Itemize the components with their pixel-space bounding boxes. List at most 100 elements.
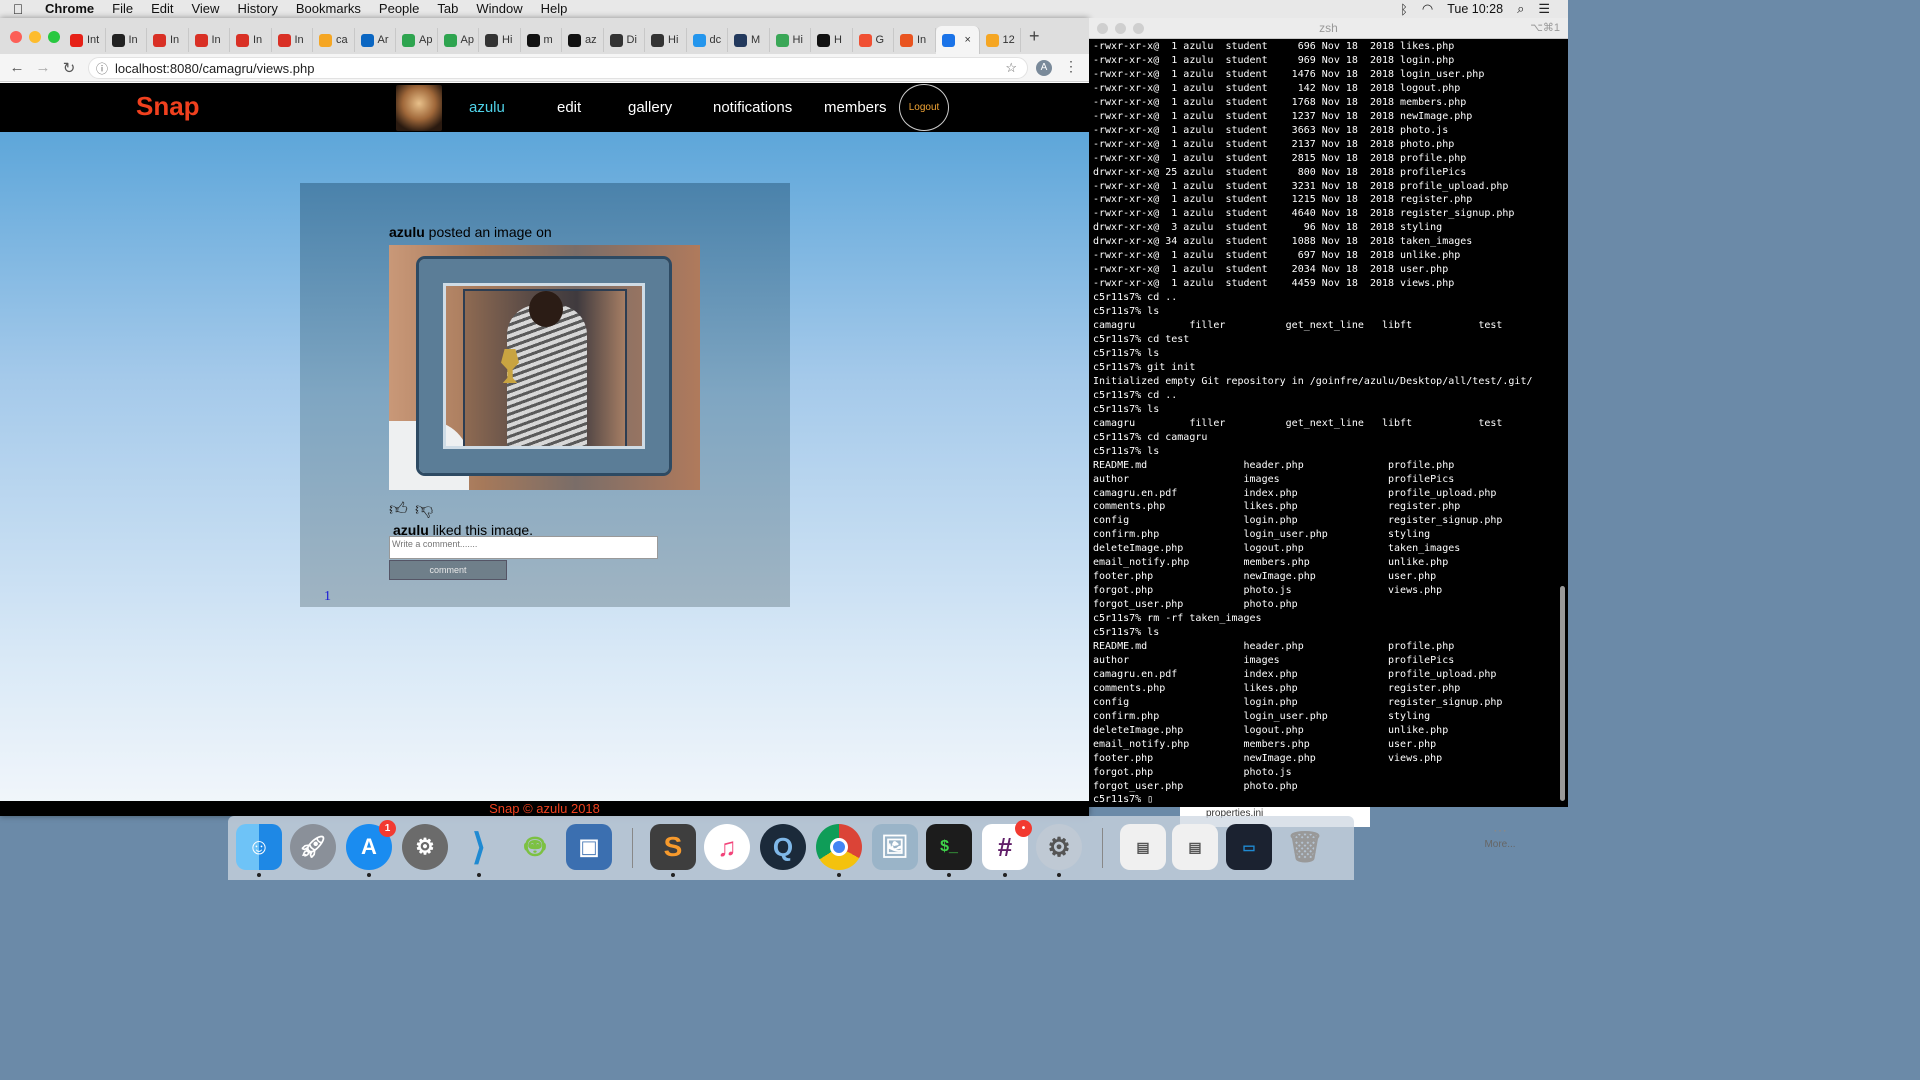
dock-chrome-icon[interactable] bbox=[816, 824, 862, 877]
menu-bookmarks[interactable]: Bookmarks bbox=[287, 0, 370, 18]
site-logo[interactable]: Snap bbox=[136, 91, 200, 122]
apple-icon[interactable]:  bbox=[0, 1, 36, 17]
info-icon[interactable]: ⓘ bbox=[89, 60, 115, 77]
tab[interactable]: In bbox=[230, 28, 272, 52]
tab[interactable]: In bbox=[189, 28, 230, 52]
post-image[interactable] bbox=[389, 245, 700, 490]
profile-avatar-button[interactable]: A bbox=[1036, 60, 1052, 76]
dock-terminal-icon[interactable]: $_ bbox=[926, 824, 972, 877]
notification-center-icon[interactable]: ☰ bbox=[1538, 1, 1550, 17]
dock-launchpad-icon[interactable]: 🚀︎ bbox=[290, 824, 336, 870]
dock-itunes-icon[interactable]: ♫ bbox=[704, 824, 750, 870]
terminal-line: drwxr-xr-x@ 3 azulu student 96 Nov 18 20… bbox=[1093, 222, 1443, 234]
site-footer: Snap © azulu 2018 bbox=[0, 801, 1089, 816]
menu-clock[interactable]: Tue 10:28 bbox=[1447, 2, 1503, 16]
nav-notifications-link[interactable]: notifications bbox=[713, 99, 792, 116]
tab[interactable]: ca bbox=[313, 28, 355, 52]
dock-system-preferences-icon[interactable]: ⚙ bbox=[402, 824, 448, 870]
tab[interactable]: m bbox=[521, 28, 562, 52]
menu-history[interactable]: History bbox=[228, 0, 286, 18]
menu-tab[interactable]: Tab bbox=[428, 0, 467, 18]
new-tab-button[interactable]: + bbox=[1029, 26, 1040, 47]
url-text[interactable]: localhost:8080/camagru/views.php bbox=[115, 61, 314, 76]
dock-finder-icon[interactable]: ☺ bbox=[236, 824, 282, 877]
tab[interactable]: dc bbox=[687, 28, 728, 52]
nav-members-link[interactable]: members bbox=[824, 99, 887, 116]
nav-gallery-link[interactable]: gallery bbox=[628, 99, 672, 116]
menu-file[interactable]: File bbox=[103, 0, 142, 18]
dock-document-stack-icon[interactable]: ▤ bbox=[1172, 824, 1218, 870]
dock-quicktime-icon[interactable]: Q bbox=[760, 824, 806, 870]
thumbs-down-icon[interactable]: 👎︎ bbox=[415, 498, 433, 520]
menu-help[interactable]: Help bbox=[532, 0, 577, 18]
dock-settings-gear-icon[interactable]: ⚙ bbox=[1036, 824, 1082, 877]
tab[interactable]: In bbox=[272, 28, 313, 52]
user-avatar[interactable] bbox=[396, 85, 442, 131]
tab[interactable]: Int bbox=[64, 28, 106, 52]
more-widget[interactable]: ⋯ More... bbox=[1460, 822, 1540, 850]
slack-badge: • bbox=[1015, 820, 1032, 837]
tab[interactable]: In bbox=[147, 28, 189, 52]
menu-app-name[interactable]: Chrome bbox=[36, 0, 103, 18]
menu-kebab-icon[interactable]: ⋮ bbox=[1064, 58, 1078, 75]
terminal-output[interactable]: -rwxr-xr-x@ 1 azulu student 696 Nov 18 2… bbox=[1093, 40, 1559, 805]
tab[interactable]: H bbox=[811, 28, 853, 52]
tab[interactable]: Hi bbox=[645, 28, 687, 52]
comment-input[interactable] bbox=[389, 536, 658, 559]
dock-trash-icon[interactable]: 🗑︎ bbox=[1282, 824, 1328, 870]
close-tab-icon[interactable]: × bbox=[965, 34, 971, 46]
dock-android-studio-icon[interactable]: 🤖︎ bbox=[512, 824, 558, 870]
tab[interactable]: Ap bbox=[438, 28, 479, 52]
tab-active[interactable]: × bbox=[935, 26, 980, 54]
address-bar[interactable]: ⓘ localhost:8080/camagru/views.php ☆ bbox=[88, 57, 1028, 79]
wifi-icon[interactable]: ◠ bbox=[1422, 1, 1433, 17]
dock-preview-icon[interactable]: 🖼︎ bbox=[872, 824, 918, 870]
back-arrow-icon[interactable]: ← bbox=[4, 59, 30, 76]
terminal-line: c5r11s7% ls bbox=[1093, 347, 1160, 359]
reload-icon[interactable]: ↻ bbox=[56, 59, 82, 77]
minimize-window-button[interactable] bbox=[29, 31, 41, 43]
spotlight-search-icon[interactable]: ⌕ bbox=[1517, 1, 1524, 17]
terminal-line: c5r11s7% cd test bbox=[1093, 334, 1190, 346]
dock-screenshot-icon[interactable]: ▭ bbox=[1226, 824, 1272, 870]
dock-vscode-icon[interactable]: ⟩ bbox=[456, 824, 502, 877]
dock-virtualbox-icon[interactable]: ▣ bbox=[566, 824, 612, 870]
terminal-scrollbar[interactable] bbox=[1560, 586, 1565, 801]
menu-view[interactable]: View bbox=[182, 0, 228, 18]
bluetooth-icon[interactable]: ᛒ bbox=[1400, 2, 1408, 17]
nav-edit-link[interactable]: edit bbox=[557, 99, 581, 116]
bookmark-star-icon[interactable]: ☆ bbox=[1005, 60, 1017, 76]
dock-slack-icon[interactable]: # • bbox=[982, 820, 1032, 877]
maximize-window-button[interactable] bbox=[48, 31, 60, 43]
tab[interactable]: az bbox=[562, 28, 604, 52]
terminal-line: config login.php register_signup.php bbox=[1093, 515, 1503, 527]
close-window-button[interactable] bbox=[10, 31, 22, 43]
dock-document-stack-icon[interactable]: ▤ bbox=[1120, 824, 1166, 870]
menu-edit[interactable]: Edit bbox=[142, 0, 182, 18]
tab[interactable]: Hi bbox=[770, 28, 811, 52]
dock-app-store-icon[interactable]: A1 bbox=[346, 820, 396, 877]
tab[interactable]: Ap bbox=[396, 28, 438, 52]
terminal-line: -rwxr-xr-x@ 1 azulu student 4459 Nov 18 … bbox=[1093, 278, 1455, 290]
nav-user-link[interactable]: azulu bbox=[469, 99, 505, 116]
forward-arrow-icon[interactable]: → bbox=[30, 59, 56, 76]
menu-people[interactable]: People bbox=[370, 0, 428, 18]
logout-button[interactable]: Logout bbox=[899, 84, 949, 131]
tab[interactable]: Hi bbox=[479, 28, 521, 52]
tab[interactable]: Di bbox=[604, 28, 645, 52]
terminal-line: c5r11s7% rm -rf taken_images bbox=[1093, 613, 1262, 625]
tab[interactable]: G bbox=[853, 28, 894, 52]
thumbs-up-icon[interactable]: 👍︎ bbox=[389, 498, 408, 520]
tab-label: In bbox=[170, 34, 180, 46]
dock-sublime-text-icon[interactable]: S bbox=[650, 824, 696, 877]
tab[interactable]: In bbox=[894, 28, 936, 52]
tab[interactable]: Ar bbox=[355, 28, 396, 52]
pagination-link[interactable]: 1 bbox=[324, 589, 331, 605]
post-author[interactable]: azulu bbox=[389, 224, 425, 240]
h-icon bbox=[443, 33, 457, 47]
tab[interactable]: M bbox=[728, 28, 770, 52]
tab[interactable]: 12 bbox=[980, 28, 1021, 52]
comment-button[interactable]: comment bbox=[389, 560, 507, 580]
tab[interactable]: In bbox=[106, 28, 147, 52]
menu-window[interactable]: Window bbox=[467, 0, 531, 18]
